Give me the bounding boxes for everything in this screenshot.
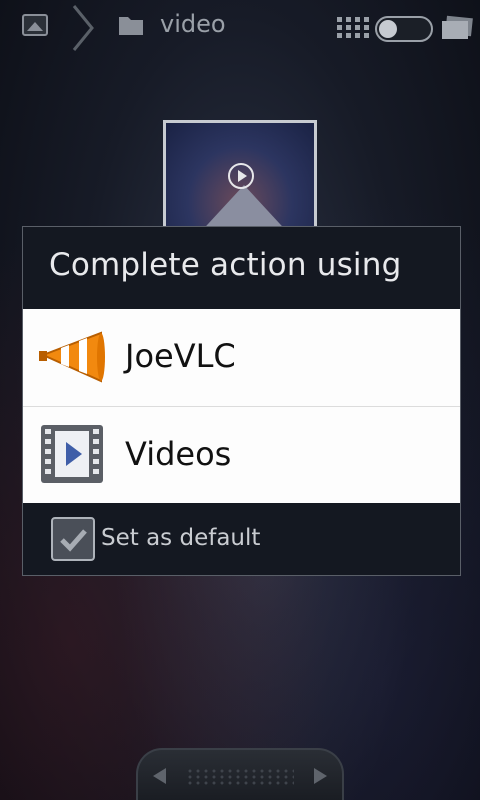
set-as-default-label: Set as default — [101, 525, 261, 551]
vlc-cone-icon — [39, 331, 105, 383]
complete-action-dialog: Complete action using JoeVLC Videos Set … — [22, 226, 461, 576]
top-bar: video — [0, 0, 480, 52]
navigator-grip[interactable] — [186, 768, 294, 786]
set-as-default-checkbox[interactable] — [51, 517, 95, 561]
option-videos[interactable]: Videos — [23, 406, 460, 503]
stack-icon[interactable] — [440, 15, 474, 41]
play-icon — [228, 163, 254, 189]
film-play-icon — [41, 425, 103, 483]
set-as-default-row[interactable]: Set as default — [23, 505, 460, 575]
chevron-right-icon — [72, 5, 94, 51]
app-options-list: JoeVLC Videos — [23, 309, 460, 503]
checkmark-icon — [60, 529, 87, 552]
toggle-knob — [379, 20, 397, 38]
dialog-title: Complete action using — [49, 247, 402, 283]
option-label: JoeVLC — [125, 337, 236, 375]
view-toggle-switch[interactable] — [375, 16, 433, 42]
arrow-left-icon[interactable] — [150, 766, 168, 786]
gallery-icon[interactable] — [22, 14, 48, 36]
option-joevlc[interactable]: JoeVLC — [23, 309, 460, 405]
option-label: Videos — [125, 435, 232, 473]
folder-icon — [119, 17, 143, 35]
folder-label[interactable]: video — [160, 10, 226, 38]
bottom-navigator[interactable] — [136, 748, 344, 800]
grid-icon[interactable] — [337, 17, 369, 39]
arrow-right-icon[interactable] — [312, 766, 330, 786]
video-thumbnail[interactable] — [163, 120, 317, 240]
